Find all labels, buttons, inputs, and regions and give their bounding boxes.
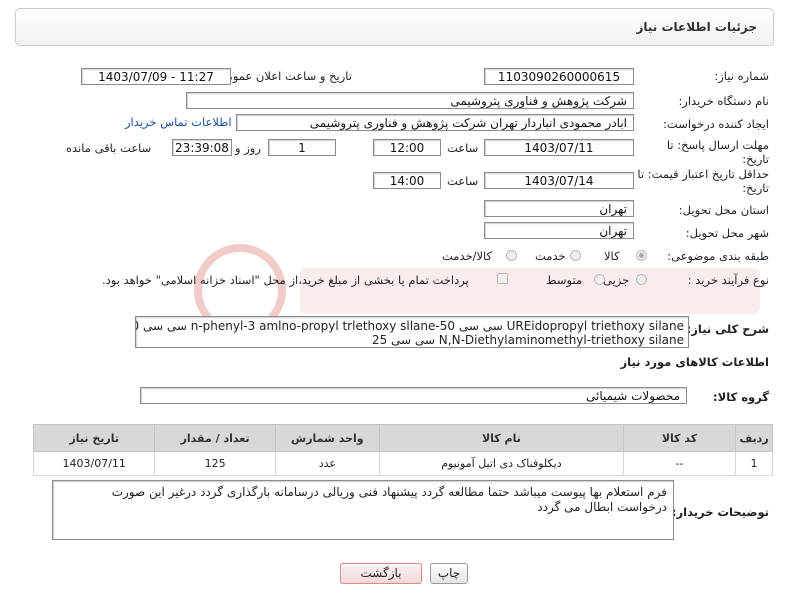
items-table: ردیف کد کالا نام کالا واحد شمارش تعداد /…	[32, 424, 773, 476]
remaining-time-field: 23:39:08	[172, 139, 232, 156]
cell-code: --	[622, 451, 737, 476]
category-radio-goods-service[interactable]	[506, 250, 517, 261]
goods-group-field: محصولات شیمیائی	[140, 387, 687, 404]
treasury-note: پرداخت تمام یا بخشی از مبلغ خرید،از محل …	[102, 273, 469, 287]
table-header-row: ردیف کد کالا نام کالا واحد شمارش تعداد /…	[32, 424, 773, 452]
description-label: شرح کلی نیاز:	[686, 322, 769, 336]
goods-info-heading: اطلاعات کالاهای مورد نیاز	[620, 355, 769, 369]
process-radio-minor[interactable]	[636, 274, 647, 285]
cell-unit: عدد	[274, 451, 380, 476]
goods-group-label: گروه کالا:	[713, 390, 769, 404]
category-radio-goods[interactable]	[636, 250, 647, 261]
back-button[interactable]: بازگشت	[340, 563, 422, 584]
city-label: شهر محل تحویل:	[685, 226, 769, 240]
table-row: 1 -- دیکلوفناک دی اتیل آمونیوم عدد 125 1…	[32, 451, 773, 476]
buyer-notes-label: توضیحات خریدار:	[671, 505, 769, 519]
province-label: استان محل تحویل:	[678, 203, 769, 217]
col-row: ردیف	[735, 424, 773, 452]
category-option-goods: کالا	[604, 249, 620, 263]
col-name: نام کالا	[378, 424, 624, 452]
category-option-service: خدمت	[535, 249, 566, 263]
province-field: تهران	[484, 200, 634, 217]
cell-name: دیکلوفناک دی اتیل آمونیوم	[378, 451, 624, 476]
process-option-medium: متوسط	[546, 273, 583, 287]
price-validity-label: حداقل تاریخ اعتبار قیمت: تا	[637, 167, 769, 181]
process-option-minor: جزیی	[603, 273, 630, 287]
days-label: روز و	[235, 141, 261, 155]
need-number-field: 1103090260000615	[484, 68, 634, 85]
print-button[interactable]: چاپ	[430, 563, 468, 584]
category-label: طبقه بندی موضوعی:	[667, 249, 769, 263]
category-option-goods-service: کالا/خدمت	[442, 249, 493, 263]
buyer-contact-link[interactable]: اطلاعات تماس خریدار	[125, 115, 232, 129]
requester-field: ابادر محمودی انباردار تهران شرکت پژوهش و…	[236, 114, 634, 131]
announce-label: تاریخ و ساعت اعلان عمومی:	[213, 69, 352, 83]
col-code: کد کالا	[622, 424, 737, 452]
deadline-time-field: 12:00	[373, 139, 441, 156]
deadline-date-field: 1403/07/11	[484, 139, 634, 156]
cell-row: 1	[735, 451, 773, 476]
price-time-field: 14:00	[373, 172, 441, 189]
description-line-1: UREidopropyl triethoxy silane سی سی 50-n…	[136, 319, 684, 333]
page-title: جزئیات اطلاعات نیاز	[636, 20, 757, 34]
deadline-date-label: تاریخ:	[742, 152, 769, 166]
deadline-label: مهلت ارسال پاسخ: تا	[666, 138, 769, 152]
col-unit: واحد شمارش	[274, 424, 380, 452]
header-panel: جزئیات اطلاعات نیاز	[15, 8, 774, 46]
price-date-field: 1403/07/14	[484, 172, 634, 189]
buyer-org-field: شرکت پژوهش و فناوری پتروشیمی	[186, 92, 634, 109]
category-radio-service[interactable]	[570, 250, 581, 261]
price-time-label: ساعت	[447, 174, 479, 188]
days-count-field: 1	[268, 139, 336, 156]
description-box: UREidopropyl triethoxy silane سی سی 50-n…	[135, 316, 689, 348]
deadline-time-label: ساعت	[447, 141, 479, 155]
col-date: تاریخ نیاز	[32, 424, 156, 452]
cell-date: 1403/07/11	[32, 451, 156, 476]
process-radio-medium[interactable]	[594, 274, 605, 285]
treasury-checkbox[interactable]	[497, 273, 508, 284]
cell-qty: 125	[154, 451, 276, 476]
process-label: نوع فرآیند خرید :	[687, 273, 769, 287]
buyer-notes-box: فرم استعلام بها پیوست میباشد حتما مطالعه…	[52, 480, 674, 540]
description-line-2: N,N-Diethylaminomethyl-triethoxy silane …	[371, 333, 684, 347]
city-field: تهران	[484, 222, 634, 239]
announce-field: 1403/07/09 - 11:27	[81, 68, 231, 85]
buyer-notes-text: فرم استعلام بها پیوست میباشد حتما مطالعه…	[111, 485, 667, 514]
requester-label: ایجاد کننده درخواست:	[663, 117, 769, 131]
remaining-label: ساعت باقی مانده	[66, 141, 152, 155]
buyer-org-label: نام دستگاه خریدار:	[678, 94, 769, 108]
col-qty: تعداد / مقدار	[154, 424, 276, 452]
need-number-label: شماره نیاز:	[714, 69, 769, 83]
price-date-label: تاریخ:	[742, 181, 769, 195]
